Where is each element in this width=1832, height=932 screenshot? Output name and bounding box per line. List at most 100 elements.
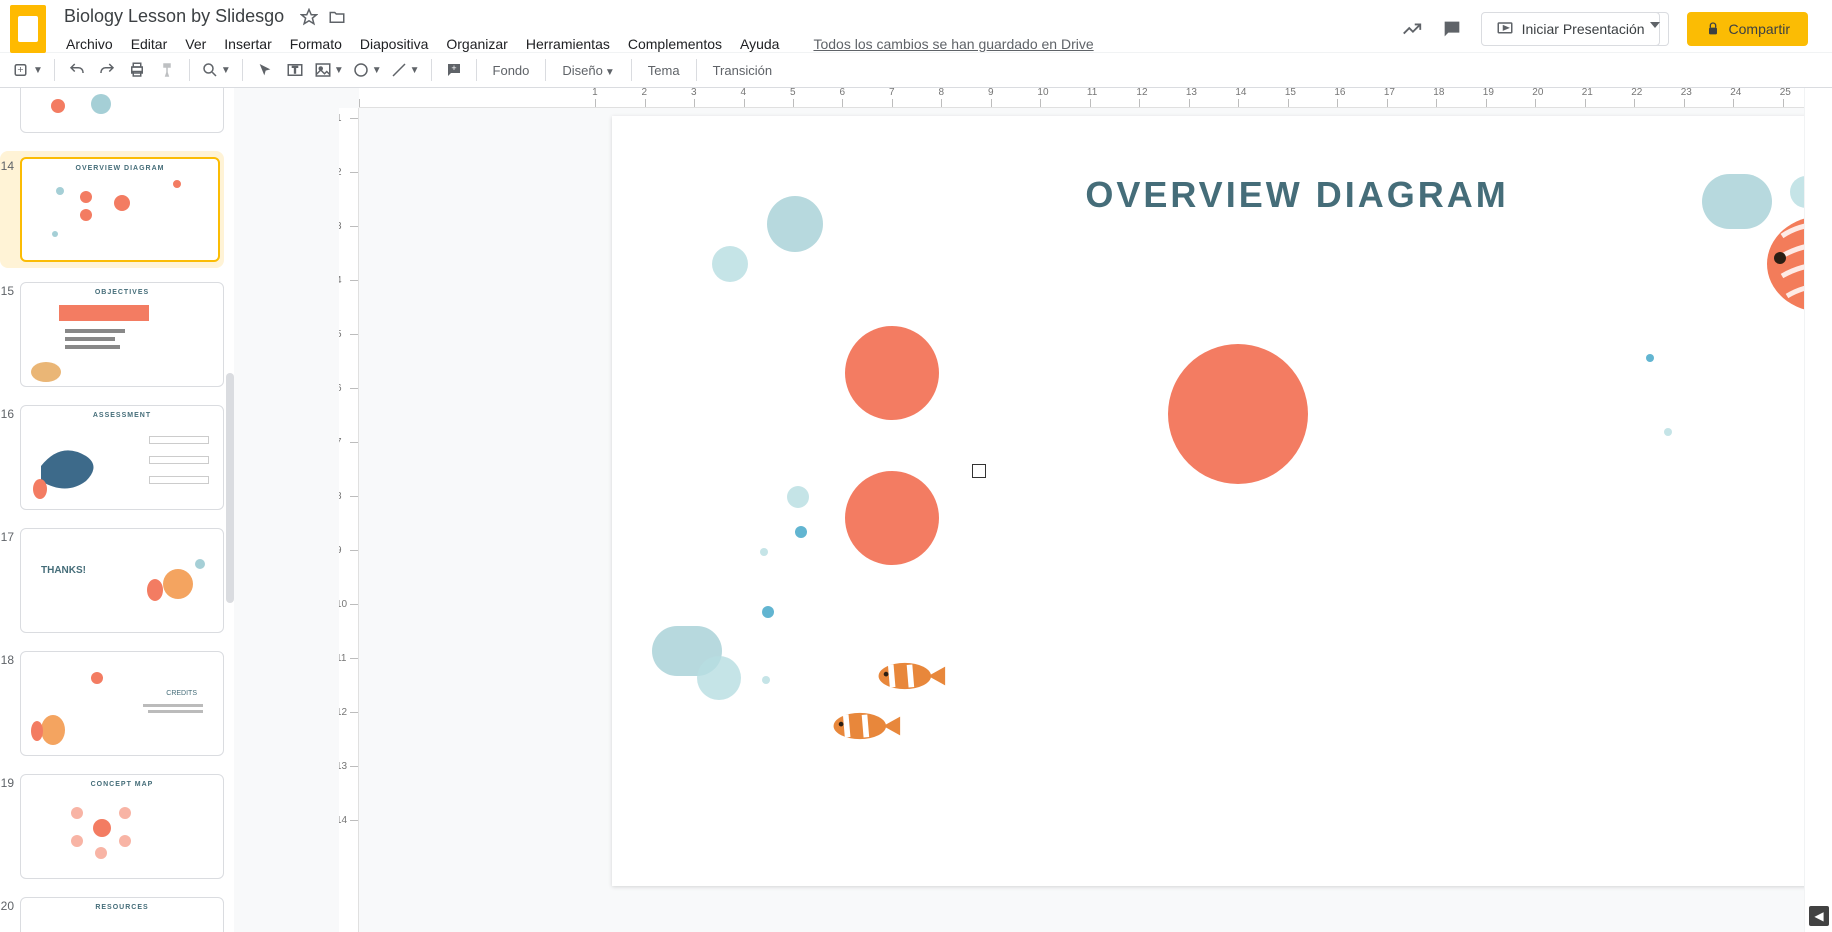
undo-button[interactable]: [63, 56, 91, 84]
chevron-down-icon: ▼: [410, 65, 420, 76]
present-dropdown[interactable]: [1642, 12, 1669, 46]
paint-format-button[interactable]: [153, 56, 181, 84]
bubble-decoration[interactable]: [1646, 354, 1654, 362]
thumb-title: ASSESSMENT: [21, 412, 223, 419]
canvas-area[interactable]: 1234567891011121314151617181920212223242…: [234, 88, 1832, 932]
select-tool[interactable]: [251, 56, 279, 84]
slide-thumb-20[interactable]: RESOURCES: [20, 897, 224, 932]
chevron-down-icon: ▼: [221, 65, 231, 76]
new-slide-button[interactable]: + ▼: [10, 56, 46, 84]
document-title[interactable]: Biology Lesson by Slidesgo: [58, 4, 290, 29]
diagram-circle[interactable]: [845, 471, 939, 565]
menu-archivo[interactable]: Archivo: [58, 32, 121, 56]
layout-button[interactable]: Diseño▼: [554, 63, 622, 78]
activity-icon[interactable]: [1401, 18, 1423, 40]
thumb-number-20: 20: [0, 897, 20, 913]
textbox-tool[interactable]: T: [281, 56, 309, 84]
slide-canvas[interactable]: OVERVIEW DIAGRAM: [612, 116, 1832, 886]
thumb-title: OVERVIEW DIAGRAM: [22, 165, 218, 172]
toolbar: + ▼ ▼ T ▼ ▼ ▼ + Fondo Diseño▼ T: [0, 52, 1832, 88]
svg-text:+: +: [451, 63, 456, 73]
theme-button[interactable]: Tema: [640, 63, 688, 78]
star-icon[interactable]: [300, 8, 318, 26]
thumb-number-18: 18: [0, 651, 20, 667]
slide-thumb-16[interactable]: ASSESSMENT: [20, 405, 224, 510]
bubble-decoration[interactable]: [795, 526, 807, 538]
separator: [431, 59, 432, 81]
separator: [54, 59, 55, 81]
slide-thumb-15[interactable]: OBJECTIVES: [20, 282, 224, 387]
thumb-title: CONCEPT MAP: [21, 781, 223, 788]
thumb-number-19: 19: [0, 774, 20, 790]
separator: [242, 59, 243, 81]
filmstrip-scrollbar[interactable]: [226, 373, 234, 603]
comments-icon[interactable]: [1441, 18, 1463, 40]
cursor-pointer: [972, 464, 986, 478]
menu-ver[interactable]: Ver: [177, 32, 214, 56]
horizontal-ruler: 1234567891011121314151617181920212223242…: [359, 88, 1832, 108]
app-logo[interactable]: [10, 5, 46, 53]
menu-bar: Archivo Editar Ver Insertar Formato Diap…: [58, 32, 1401, 56]
separator: [631, 59, 632, 81]
comment-add-button[interactable]: +: [440, 56, 468, 84]
redo-button[interactable]: [93, 56, 121, 84]
print-button[interactable]: [123, 56, 151, 84]
bubble-decoration[interactable]: [760, 548, 768, 556]
svg-text:T: T: [292, 65, 298, 75]
chevron-down-icon: ▼: [372, 65, 382, 76]
right-sidebar: ◀: [1804, 88, 1832, 932]
menu-complementos[interactable]: Complementos: [620, 32, 730, 56]
slide-thumb-19[interactable]: CONCEPT MAP: [20, 774, 224, 879]
chevron-down-icon: ▼: [605, 67, 615, 78]
thumb-title: CREDITS: [166, 690, 197, 697]
chevron-down-icon: ▼: [334, 65, 344, 76]
svg-text:+: +: [17, 64, 23, 76]
menu-ayuda[interactable]: Ayuda: [732, 32, 787, 56]
expand-sidebar-button[interactable]: ◀: [1809, 906, 1829, 926]
diagram-circle[interactable]: [845, 326, 939, 420]
bubble-decoration[interactable]: [787, 486, 809, 508]
chevron-down-icon: ▼: [33, 65, 43, 76]
diagram-circle[interactable]: [1168, 344, 1308, 484]
filmstrip[interactable]: 14 OVERVIEW DIAGRAM 15 OBJECTIVES: [0, 88, 234, 932]
background-button[interactable]: Fondo: [485, 63, 538, 78]
present-button[interactable]: Iniciar Presentación: [1481, 12, 1660, 46]
clownfish-decoration[interactable]: [872, 656, 947, 696]
separator: [545, 59, 546, 81]
menu-herramientas[interactable]: Herramientas: [518, 32, 618, 56]
slide-thumb-13[interactable]: [20, 88, 224, 133]
bubble-decoration[interactable]: [767, 196, 823, 252]
bubble-decoration[interactable]: [762, 676, 770, 684]
bubble-decoration[interactable]: [697, 656, 741, 700]
share-label: Compartir: [1729, 21, 1790, 37]
menu-diapositiva[interactable]: Diapositiva: [352, 32, 436, 56]
vertical-ruler: 1234567891011121314: [339, 108, 359, 932]
bubble-decoration[interactable]: [762, 606, 774, 618]
move-folder-icon[interactable]: [328, 8, 346, 26]
menu-insertar[interactable]: Insertar: [216, 32, 279, 56]
thumb-title: RESOURCES: [21, 904, 223, 911]
slide-thumb-18[interactable]: CREDITS: [20, 651, 224, 756]
separator: [696, 59, 697, 81]
bubble-decoration[interactable]: [1664, 428, 1672, 436]
slides-logo-icon: [18, 16, 38, 42]
slide-thumb-14[interactable]: OVERVIEW DIAGRAM: [20, 157, 220, 262]
menu-organizar[interactable]: Organizar: [438, 32, 515, 56]
menu-editar[interactable]: Editar: [123, 32, 176, 56]
shape-tool[interactable]: ▼: [349, 56, 385, 84]
share-button[interactable]: Compartir: [1687, 12, 1808, 46]
transition-button[interactable]: Transición: [705, 63, 780, 78]
clownfish-decoration[interactable]: [827, 706, 902, 746]
thumb-number-16: 16: [0, 405, 20, 421]
title-area: Biology Lesson by Slidesgo Archivo Edita…: [58, 2, 1401, 56]
bubble-decoration[interactable]: [712, 246, 748, 282]
image-tool[interactable]: ▼: [311, 56, 347, 84]
menu-formato[interactable]: Formato: [282, 32, 350, 56]
thumb-number-17: 17: [0, 528, 20, 544]
line-tool[interactable]: ▼: [387, 56, 423, 84]
slide-thumb-17[interactable]: THANKS!: [20, 528, 224, 633]
main-area: 14 OVERVIEW DIAGRAM 15 OBJECTIVES: [0, 88, 1832, 932]
save-status[interactable]: Todos los cambios se han guardado en Dri…: [805, 32, 1101, 56]
zoom-button[interactable]: ▼: [198, 56, 234, 84]
app-header: Biology Lesson by Slidesgo Archivo Edita…: [0, 0, 1832, 52]
